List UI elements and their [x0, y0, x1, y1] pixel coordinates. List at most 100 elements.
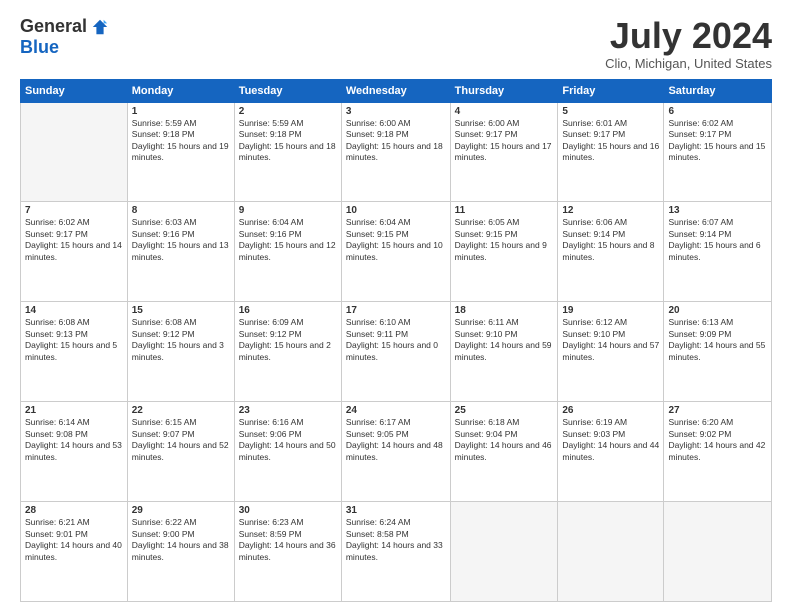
sunrise-text: Sunrise: 6:05 AM	[455, 217, 520, 227]
calendar-day-cell: 16 Sunrise: 6:09 AM Sunset: 9:12 PM Dayl…	[234, 302, 341, 402]
title-block: July 2024 Clio, Michigan, United States	[605, 16, 772, 71]
calendar-day-cell: 15 Sunrise: 6:08 AM Sunset: 9:12 PM Dayl…	[127, 302, 234, 402]
day-number: 10	[346, 205, 446, 216]
day-number: 21	[25, 405, 123, 416]
day-info: Sunrise: 6:00 AM Sunset: 9:17 PM Dayligh…	[455, 118, 554, 164]
day-info: Sunrise: 6:22 AM Sunset: 9:00 PM Dayligh…	[132, 517, 230, 563]
calendar-day-cell: 27 Sunrise: 6:20 AM Sunset: 9:02 PM Dayl…	[664, 402, 772, 502]
day-info: Sunrise: 6:23 AM Sunset: 8:59 PM Dayligh…	[239, 517, 337, 563]
daylight-text: Daylight: 15 hours and 2 minutes.	[239, 340, 331, 361]
day-number: 31	[346, 505, 446, 516]
daylight-text: Daylight: 14 hours and 52 minutes.	[132, 440, 229, 461]
daylight-text: Daylight: 15 hours and 14 minutes.	[25, 240, 122, 261]
day-number: 5	[562, 106, 659, 117]
daylight-text: Daylight: 15 hours and 8 minutes.	[562, 240, 654, 261]
daylight-text: Daylight: 14 hours and 33 minutes.	[346, 540, 443, 561]
sunrise-text: Sunrise: 6:00 AM	[455, 118, 520, 128]
sunrise-text: Sunrise: 6:06 AM	[562, 217, 627, 227]
sunrise-text: Sunrise: 6:23 AM	[239, 517, 304, 527]
day-info: Sunrise: 6:21 AM Sunset: 9:01 PM Dayligh…	[25, 517, 123, 563]
day-number: 19	[562, 305, 659, 316]
daylight-text: Daylight: 15 hours and 18 minutes.	[346, 141, 443, 162]
day-number: 12	[562, 205, 659, 216]
calendar-day-cell: 13 Sunrise: 6:07 AM Sunset: 9:14 PM Dayl…	[664, 202, 772, 302]
day-info: Sunrise: 6:10 AM Sunset: 9:11 PM Dayligh…	[346, 317, 446, 363]
daylight-text: Daylight: 14 hours and 42 minutes.	[668, 440, 765, 461]
day-number: 28	[25, 505, 123, 516]
day-number: 25	[455, 405, 554, 416]
sunrise-text: Sunrise: 6:04 AM	[239, 217, 304, 227]
sunset-text: Sunset: 9:18 PM	[346, 129, 409, 139]
sunset-text: Sunset: 8:58 PM	[346, 529, 409, 539]
day-info: Sunrise: 6:06 AM Sunset: 9:14 PM Dayligh…	[562, 217, 659, 263]
day-info: Sunrise: 6:20 AM Sunset: 9:02 PM Dayligh…	[668, 417, 767, 463]
day-number: 24	[346, 405, 446, 416]
daylight-text: Daylight: 15 hours and 9 minutes.	[455, 240, 547, 261]
sunrise-text: Sunrise: 6:24 AM	[346, 517, 411, 527]
day-info: Sunrise: 6:08 AM Sunset: 9:12 PM Dayligh…	[132, 317, 230, 363]
daylight-text: Daylight: 14 hours and 55 minutes.	[668, 340, 765, 361]
daylight-text: Daylight: 15 hours and 3 minutes.	[132, 340, 224, 361]
sunrise-text: Sunrise: 6:02 AM	[25, 217, 90, 227]
day-number: 3	[346, 106, 446, 117]
header: General Blue July 2024 Clio, Michigan, U…	[20, 16, 772, 71]
daylight-text: Daylight: 14 hours and 53 minutes.	[25, 440, 122, 461]
day-number: 20	[668, 305, 767, 316]
calendar-day-cell: 11 Sunrise: 6:05 AM Sunset: 9:15 PM Dayl…	[450, 202, 558, 302]
sunset-text: Sunset: 9:05 PM	[346, 429, 409, 439]
sunset-text: Sunset: 9:11 PM	[346, 329, 408, 339]
calendar-day-cell: 28 Sunrise: 6:21 AM Sunset: 9:01 PM Dayl…	[21, 502, 128, 602]
daylight-text: Daylight: 15 hours and 10 minutes.	[346, 240, 443, 261]
sunrise-text: Sunrise: 6:12 AM	[562, 317, 627, 327]
sunset-text: Sunset: 9:17 PM	[455, 129, 518, 139]
sunset-text: Sunset: 9:14 PM	[668, 229, 731, 239]
daylight-text: Daylight: 15 hours and 17 minutes.	[455, 141, 552, 162]
sunrise-text: Sunrise: 6:09 AM	[239, 317, 304, 327]
calendar-day-cell: 25 Sunrise: 6:18 AM Sunset: 9:04 PM Dayl…	[450, 402, 558, 502]
sunrise-text: Sunrise: 6:07 AM	[668, 217, 733, 227]
calendar-day-cell: 7 Sunrise: 6:02 AM Sunset: 9:17 PM Dayli…	[21, 202, 128, 302]
calendar-header-row: Sunday Monday Tuesday Wednesday Thursday…	[21, 79, 772, 102]
logo-blue-text: Blue	[20, 37, 59, 58]
day-info: Sunrise: 6:11 AM Sunset: 9:10 PM Dayligh…	[455, 317, 554, 363]
col-friday: Friday	[558, 79, 664, 102]
calendar-week-row: 14 Sunrise: 6:08 AM Sunset: 9:13 PM Dayl…	[21, 302, 772, 402]
calendar-day-cell: 4 Sunrise: 6:00 AM Sunset: 9:17 PM Dayli…	[450, 102, 558, 202]
day-number: 7	[25, 205, 123, 216]
sunset-text: Sunset: 9:18 PM	[132, 129, 195, 139]
sunrise-text: Sunrise: 6:13 AM	[668, 317, 733, 327]
day-info: Sunrise: 6:13 AM Sunset: 9:09 PM Dayligh…	[668, 317, 767, 363]
sunset-text: Sunset: 9:15 PM	[346, 229, 409, 239]
day-number: 30	[239, 505, 337, 516]
day-number: 8	[132, 205, 230, 216]
calendar-day-cell: 10 Sunrise: 6:04 AM Sunset: 9:15 PM Dayl…	[341, 202, 450, 302]
calendar-day-cell: 26 Sunrise: 6:19 AM Sunset: 9:03 PM Dayl…	[558, 402, 664, 502]
sunset-text: Sunset: 9:02 PM	[668, 429, 731, 439]
day-info: Sunrise: 6:14 AM Sunset: 9:08 PM Dayligh…	[25, 417, 123, 463]
sunset-text: Sunset: 9:06 PM	[239, 429, 302, 439]
sunset-text: Sunset: 9:07 PM	[132, 429, 195, 439]
sunrise-text: Sunrise: 6:14 AM	[25, 417, 90, 427]
sunset-text: Sunset: 9:12 PM	[132, 329, 195, 339]
sunset-text: Sunset: 9:18 PM	[239, 129, 302, 139]
day-number: 18	[455, 305, 554, 316]
daylight-text: Daylight: 14 hours and 40 minutes.	[25, 540, 122, 561]
daylight-text: Daylight: 15 hours and 18 minutes.	[239, 141, 336, 162]
sunset-text: Sunset: 9:17 PM	[562, 129, 625, 139]
daylight-text: Daylight: 14 hours and 50 minutes.	[239, 440, 336, 461]
daylight-text: Daylight: 14 hours and 36 minutes.	[239, 540, 336, 561]
calendar-day-cell	[558, 502, 664, 602]
day-number: 14	[25, 305, 123, 316]
day-info: Sunrise: 6:02 AM Sunset: 9:17 PM Dayligh…	[25, 217, 123, 263]
sunset-text: Sunset: 9:04 PM	[455, 429, 518, 439]
calendar-day-cell: 9 Sunrise: 6:04 AM Sunset: 9:16 PM Dayli…	[234, 202, 341, 302]
sunset-text: Sunset: 9:10 PM	[562, 329, 625, 339]
sunrise-text: Sunrise: 6:20 AM	[668, 417, 733, 427]
sunset-text: Sunset: 9:12 PM	[239, 329, 302, 339]
sunset-text: Sunset: 9:09 PM	[668, 329, 731, 339]
sunrise-text: Sunrise: 6:04 AM	[346, 217, 411, 227]
sunrise-text: Sunrise: 6:01 AM	[562, 118, 627, 128]
location: Clio, Michigan, United States	[605, 56, 772, 71]
sunrise-text: Sunrise: 6:22 AM	[132, 517, 197, 527]
sunset-text: Sunset: 9:14 PM	[562, 229, 625, 239]
